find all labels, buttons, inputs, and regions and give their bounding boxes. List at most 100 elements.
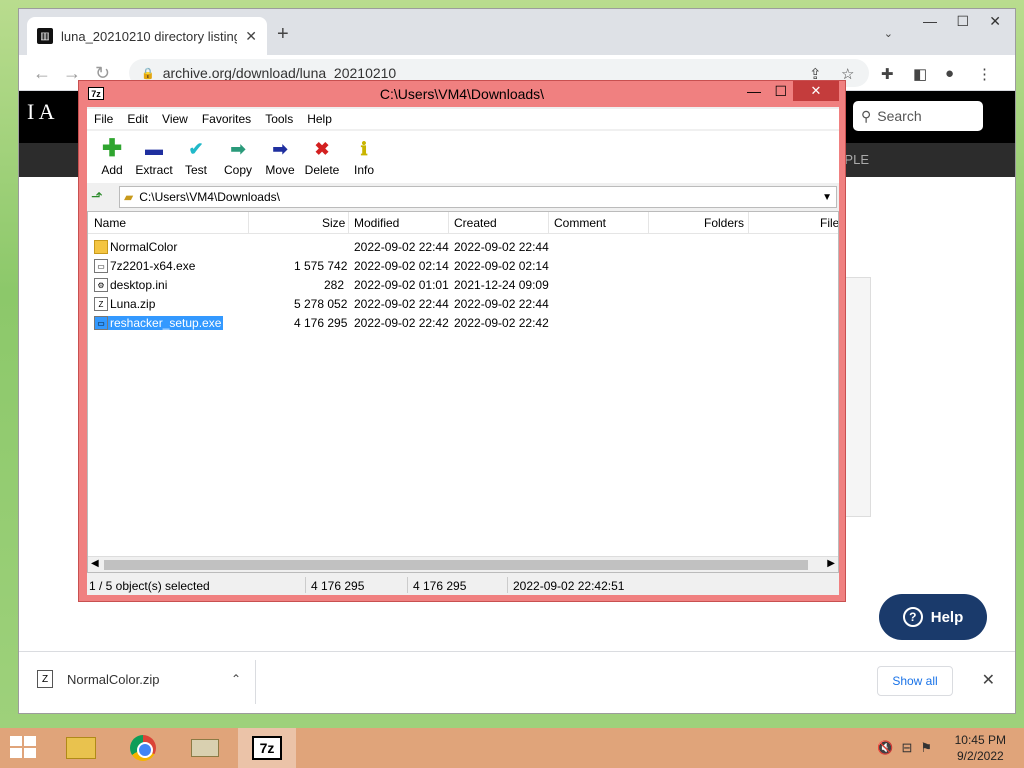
profile-avatar-icon[interactable]: ● xyxy=(945,65,954,82)
flag-icon[interactable]: ⚑ xyxy=(920,740,932,756)
sevenzip-titlebar[interactable]: 7z C:\Users\VM4\Downloads\ — ☐ ✕ xyxy=(79,81,845,107)
sevenzip-title: C:\Users\VM4\Downloads\ xyxy=(379,86,545,102)
file-name: desktop.ini xyxy=(110,278,168,292)
clock-date: 9/2/2022 xyxy=(956,749,1004,763)
table-row-selected[interactable]: ▭ reshacker_setup.exe 4 176 295 2022-09-… xyxy=(88,314,838,333)
subnav-item[interactable]: PLE xyxy=(844,152,869,167)
move-button[interactable]: ➡ Move xyxy=(259,131,301,183)
add-label: Add xyxy=(101,162,123,177)
menu-bar: File Edit View Favorites Tools Help xyxy=(87,109,839,129)
file-modified: 2022-09-02 22:42 xyxy=(354,316,449,330)
address-row: ⬏ ▰ C:\Users\VM4\Downloads\ ▼ xyxy=(87,185,839,209)
table-row[interactable]: ▭ 7z2201-x64.exe 1 575 742 2022-09-02 02… xyxy=(88,257,838,276)
extract-button[interactable]: ▬ Extract xyxy=(133,131,175,183)
minimize-icon[interactable]: — xyxy=(923,13,937,29)
menu-tools[interactable]: Tools xyxy=(258,109,300,129)
copy-button[interactable]: ➡ Copy xyxy=(217,131,259,183)
close-window-icon[interactable]: ✕ xyxy=(989,13,1001,30)
help-label: Help xyxy=(930,608,964,626)
file-name: Luna.zip xyxy=(110,297,156,311)
new-tab-button[interactable]: + xyxy=(277,23,289,46)
delete-button[interactable]: ✖ Delete xyxy=(301,131,343,183)
maximize-icon[interactable]: ☐ xyxy=(956,13,969,30)
chevron-up-icon[interactable]: ⌃ xyxy=(231,672,241,686)
path-input[interactable]: ▰ C:\Users\VM4\Downloads\ ▼ xyxy=(119,186,837,208)
scroll-right-icon[interactable]: ▶ xyxy=(827,558,835,569)
status-bar: 1 / 5 object(s) selected 4 176 295 4 176… xyxy=(87,575,839,595)
file-created: 2022-09-02 22:44 xyxy=(454,240,549,254)
close-download-bar-icon[interactable]: ✕ xyxy=(982,670,995,690)
menu-edit[interactable]: Edit xyxy=(120,109,155,129)
taskbar-clock[interactable]: 10:45 PM 9/2/2022 xyxy=(955,732,1006,764)
scroll-left-icon[interactable]: ◀ xyxy=(91,558,99,569)
browser-tab[interactable]: ▥ luna_20210210 directory listing ✕ xyxy=(27,17,267,55)
column-folders[interactable]: Folders xyxy=(704,216,744,230)
delete-label: Delete xyxy=(304,162,340,177)
zip-file-icon: Z xyxy=(94,297,108,311)
archive-logo[interactable]: I A xyxy=(27,99,55,125)
column-file[interactable]: File xyxy=(820,216,838,230)
file-modified: 2022-09-02 22:44 xyxy=(354,240,449,254)
file-created: 2022-09-02 02:14 xyxy=(454,259,549,273)
file-name: NormalColor xyxy=(110,240,178,254)
table-row[interactable]: NormalColor 2022-09-02 22:44 2022-09-02 … xyxy=(88,238,838,257)
menu-favorites[interactable]: Favorites xyxy=(195,109,258,129)
extensions-puzzle-icon[interactable]: ✚ xyxy=(881,65,894,83)
windows-start-icon[interactable] xyxy=(10,736,38,760)
tab-strip: ▥ luna_20210210 directory listing ✕ + ⌄ … xyxy=(19,9,1015,55)
file-explorer-icon[interactable] xyxy=(52,728,110,768)
download-file-name: NormalColor.zip xyxy=(67,671,160,687)
column-divider xyxy=(548,212,549,234)
column-divider xyxy=(648,212,649,234)
file-created: 2021-12-24 09:09 xyxy=(454,278,549,292)
column-created[interactable]: Created xyxy=(454,216,497,230)
minimize-icon[interactable]: — xyxy=(747,83,761,99)
column-name[interactable]: Name xyxy=(94,216,126,230)
column-modified[interactable]: Modified xyxy=(354,216,399,230)
chrome-icon[interactable] xyxy=(114,728,172,768)
file-modified: 2022-09-02 22:44 xyxy=(354,297,449,311)
folder-icon xyxy=(94,240,108,254)
lock-icon: 🔒 xyxy=(141,67,155,80)
chrome-menu-icon[interactable]: ⋮ xyxy=(977,65,992,83)
move-icon: ➡ xyxy=(272,138,288,159)
file-size: 5 278 052 xyxy=(294,297,348,311)
folder-up-icon[interactable]: ⬏ xyxy=(91,188,103,205)
question-icon: ? xyxy=(902,607,923,627)
menu-help[interactable]: Help xyxy=(300,109,339,129)
show-all-button[interactable]: Show all xyxy=(877,666,953,696)
chevron-down-icon[interactable]: ▼ xyxy=(822,192,832,203)
clock-time: 10:45 PM xyxy=(954,733,1006,747)
maximize-icon[interactable]: ☐ xyxy=(774,83,787,100)
copy-icon: ➡ xyxy=(230,138,246,159)
drive-app-icon[interactable] xyxy=(176,728,234,768)
speaker-muted-icon[interactable]: 🔇 xyxy=(877,740,893,756)
copy-label: Copy xyxy=(223,162,252,177)
table-row[interactable]: ⚙ desktop.ini 282 2022-09-02 01:01 2021-… xyxy=(88,276,838,295)
side-panel-icon[interactable]: ◧ xyxy=(913,65,927,83)
help-button[interactable]: ? Help xyxy=(879,594,987,640)
sevenzip-taskbar-icon[interactable]: 7z xyxy=(238,728,296,768)
table-row[interactable]: Z Luna.zip 5 278 052 2022-09-02 22:44 20… xyxy=(88,295,838,314)
horizontal-scrollbar[interactable]: ◀ ▶ xyxy=(88,556,838,572)
info-button[interactable]: ℹ Info xyxy=(343,131,385,183)
menu-view[interactable]: View xyxy=(155,109,195,129)
scroll-thumb[interactable] xyxy=(104,560,808,570)
selected-datetime: 2022-09-02 22:42:51 xyxy=(513,579,625,593)
column-comment[interactable]: Comment xyxy=(554,216,606,230)
tab-close-icon[interactable]: ✕ xyxy=(245,28,257,45)
download-item[interactable]: Z NormalColor.zip ⌃ xyxy=(37,670,241,688)
close-window-icon[interactable]: ✕ xyxy=(793,81,839,101)
info-icon: ℹ xyxy=(360,138,368,159)
archive-search-input[interactable]: ⚲ Search xyxy=(853,101,983,131)
column-divider xyxy=(348,212,349,234)
file-created: 2022-09-02 22:44 xyxy=(454,297,549,311)
test-button[interactable]: ✔ Test xyxy=(175,131,217,183)
column-size[interactable]: Size xyxy=(322,216,345,230)
menu-file[interactable]: File xyxy=(87,109,120,129)
back-arrow-icon[interactable]: ← xyxy=(33,63,51,84)
network-icon[interactable]: ⊟ xyxy=(901,740,912,756)
tab-search-chevron-icon[interactable]: ⌄ xyxy=(884,27,893,40)
add-button[interactable]: ✚ Add xyxy=(91,131,133,183)
column-divider xyxy=(448,212,449,234)
